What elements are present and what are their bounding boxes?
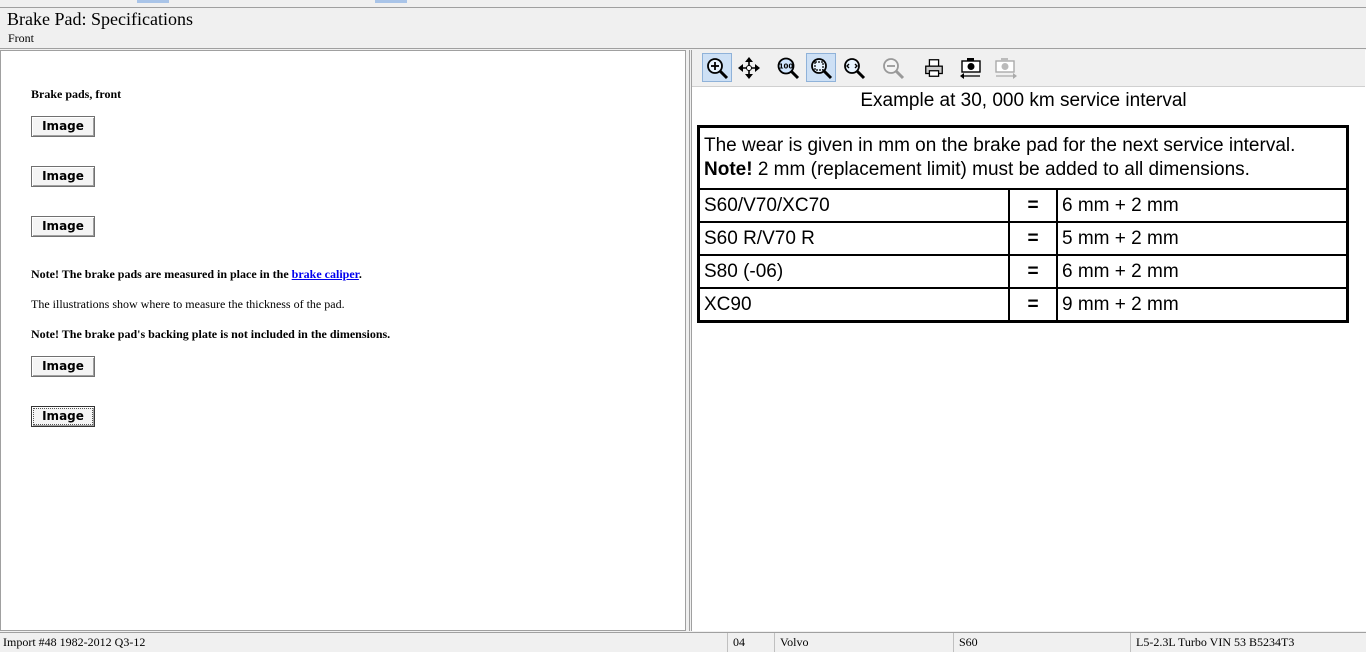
illustrations-text: The illustrations show where to measure … xyxy=(31,297,345,311)
pane-splitter[interactable] xyxy=(687,50,690,631)
page-subtitle: Front xyxy=(8,31,35,45)
table-row: The wear is given in mm on the brake pad… xyxy=(697,125,1349,190)
model-cell: S60 R/V70 R xyxy=(697,221,1010,256)
top-tab-indicator[interactable] xyxy=(375,0,407,3)
brake-caliper-link[interactable]: brake caliper xyxy=(292,267,359,281)
table-row: S80 (-06) = 6 mm + 2 mm xyxy=(697,254,1349,289)
status-bar: Import #48 1982-2012 Q3-12 04 Volvo S60 … xyxy=(0,632,1366,652)
page-title: Brake Pad: Specifications xyxy=(7,9,193,29)
note-suffix: . xyxy=(358,267,362,281)
status-model: S60 xyxy=(953,633,1130,652)
save-image-icon[interactable] xyxy=(991,53,1021,82)
pan-icon[interactable] xyxy=(734,53,764,82)
status-make: Volvo xyxy=(774,633,953,652)
status-code: 04 xyxy=(727,633,774,652)
top-strip xyxy=(0,0,1366,8)
wear-note-line1: The wear is given in mm on the brake pad… xyxy=(704,135,1296,156)
zoom-in-icon[interactable] xyxy=(702,53,732,82)
copy-image-icon[interactable] xyxy=(957,53,987,82)
zoom-100-icon[interactable]: 100 xyxy=(773,53,803,82)
table-row: XC90 = 9 mm + 2 mm xyxy=(697,287,1349,323)
note-measured-in-caliper: Note! The brake pads are measured in pla… xyxy=(31,267,362,282)
table-row: S60 R/V70 R = 5 mm + 2 mm xyxy=(697,221,1349,256)
image-button-3[interactable]: Image xyxy=(31,216,95,237)
equals-cell: = xyxy=(1008,221,1058,256)
wear-value-cell: 6 mm + 2 mm xyxy=(1056,188,1349,223)
equals-cell: = xyxy=(1008,254,1058,289)
wear-spec-table: The wear is given in mm on the brake pad… xyxy=(697,125,1349,323)
zoom-fit-icon[interactable] xyxy=(806,53,836,82)
svg-text:100: 100 xyxy=(779,62,794,70)
image-viewer-pane: 100 Example at 30, 000 km service interv… xyxy=(691,50,1366,631)
zoom-window-icon[interactable] xyxy=(839,53,869,82)
table-row: S60/V70/XC70 = 6 mm + 2 mm xyxy=(697,188,1349,223)
top-tab-indicator[interactable] xyxy=(137,0,169,3)
image-button-2[interactable]: Image xyxy=(31,166,95,187)
image-button-5[interactable]: Image xyxy=(31,406,95,427)
model-cell: XC90 xyxy=(697,287,1010,323)
wear-value-cell: 5 mm + 2 mm xyxy=(1056,221,1349,256)
article-pane: Brake pads, front Image Image Image Note… xyxy=(0,50,686,631)
status-import: Import #48 1982-2012 Q3-12 xyxy=(3,635,146,649)
viewer-toolbar: 100 xyxy=(692,50,1365,87)
page-header: Brake Pad: Specifications Front xyxy=(0,8,1366,49)
print-icon[interactable] xyxy=(919,53,949,82)
equals-cell: = xyxy=(1008,188,1058,223)
note-prefix: Note! The brake pads are measured in pla… xyxy=(31,267,292,281)
model-cell: S60/V70/XC70 xyxy=(697,188,1010,223)
zoom-out-icon[interactable] xyxy=(878,53,908,82)
equals-cell: = xyxy=(1008,287,1058,323)
spec-sheet-title: Example at 30, 000 km service interval xyxy=(860,90,1187,111)
wear-note-bold: Note! xyxy=(704,159,753,180)
image-button-1[interactable]: Image xyxy=(31,116,95,137)
wear-value-cell: 6 mm + 2 mm xyxy=(1056,254,1349,289)
image-button-4[interactable]: Image xyxy=(31,356,95,377)
wear-note-cell: The wear is given in mm on the brake pad… xyxy=(697,125,1349,190)
wear-value-cell: 9 mm + 2 mm xyxy=(1056,287,1349,323)
wear-note-line2: 2 mm (replacement limit) must be added t… xyxy=(752,159,1250,180)
note-backing-plate: Note! The brake pad's backing plate is n… xyxy=(31,327,391,341)
model-cell: S80 (-06) xyxy=(697,254,1010,289)
status-engine: L5-2.3L Turbo VIN 53 B5234T3 xyxy=(1130,633,1366,652)
section-heading: Brake pads, front xyxy=(31,87,122,101)
